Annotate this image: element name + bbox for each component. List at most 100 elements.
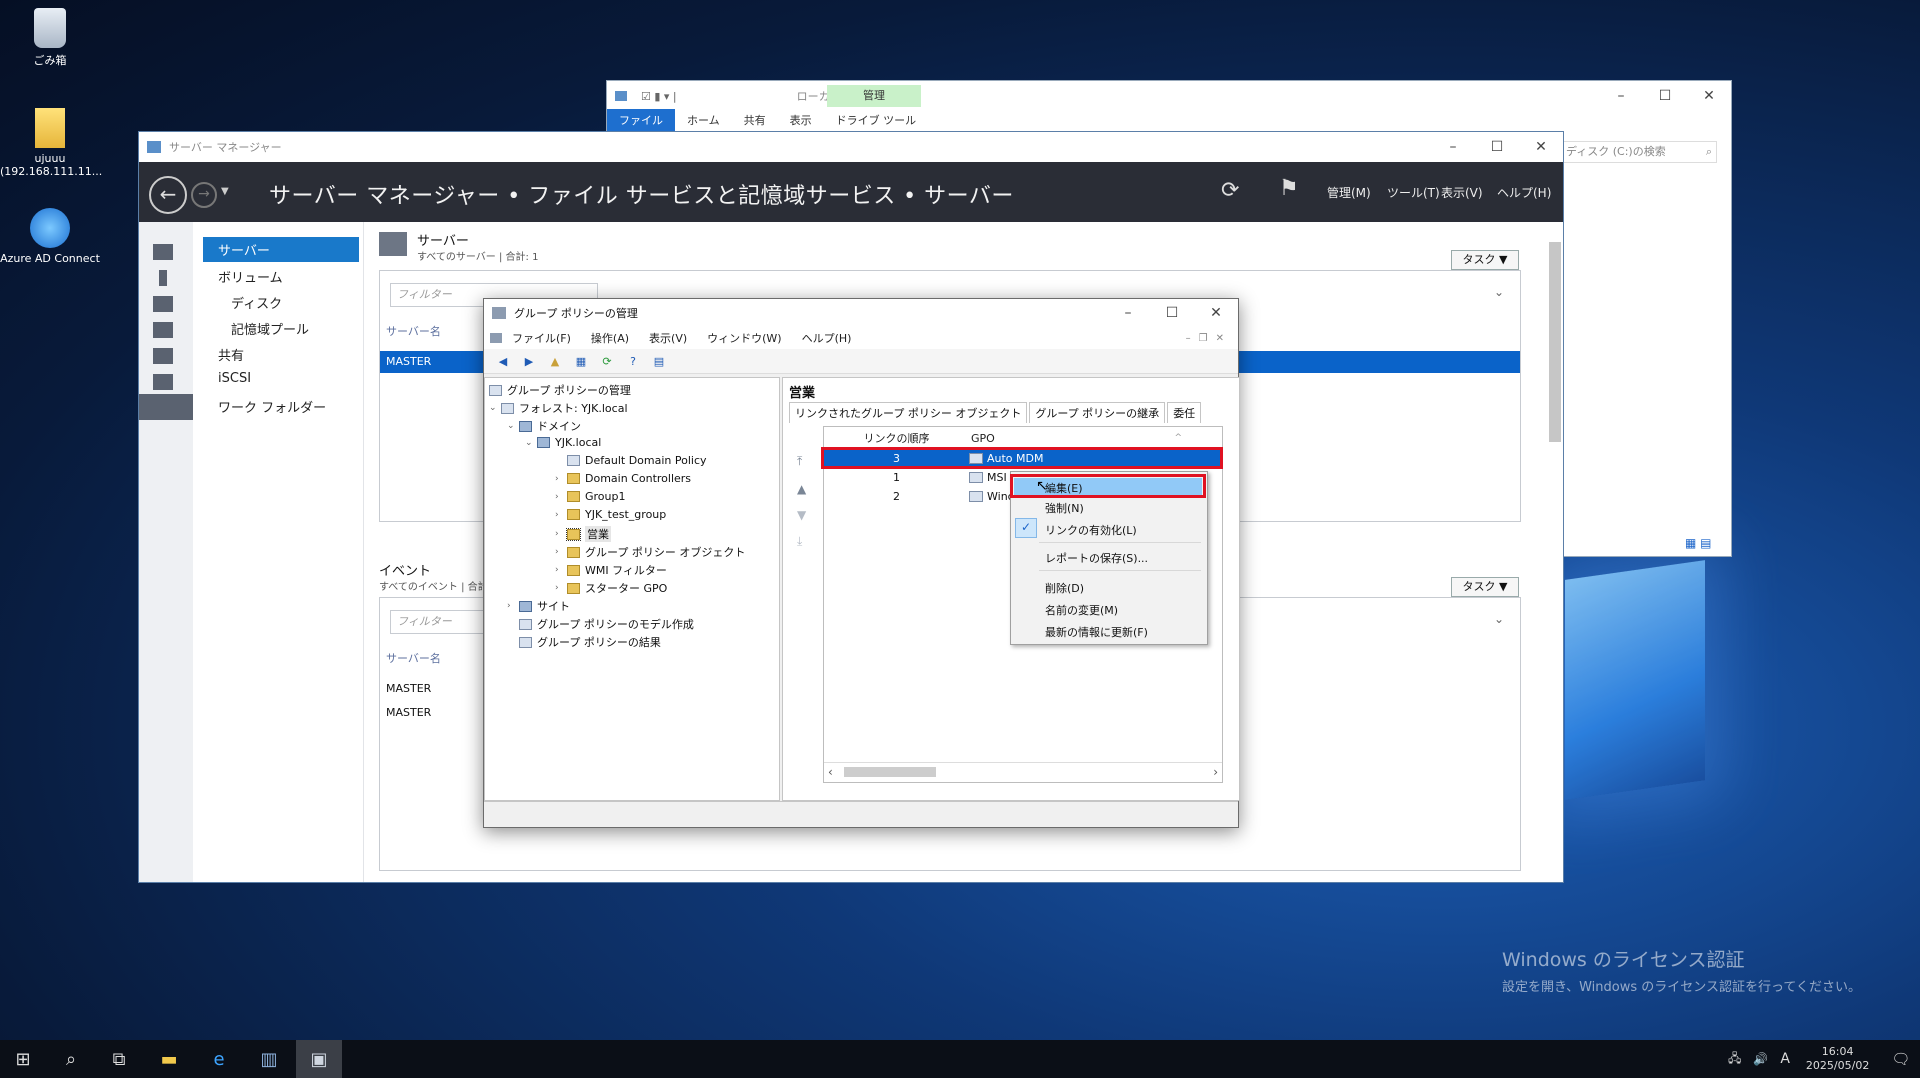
servers-column-name[interactable]: サーバー名 [386,323,441,339]
events-column-server-name[interactable]: サーバー名 [386,650,441,666]
ime-indicator[interactable]: A [1780,1051,1790,1067]
close-button[interactable]: ✕ [1194,305,1238,321]
tree-node-domain[interactable]: ⌄ YJK.local [525,436,601,449]
notification-center-icon[interactable]: 🗨 [1891,1050,1910,1068]
back-icon[interactable]: ◀ [495,354,511,368]
nav-disks[interactable]: ディスク [231,293,282,312]
chevron-right-icon[interactable]: › [555,547,567,557]
ribbon-context-tab[interactable]: 管理 [827,85,921,107]
tree-node-root[interactable]: グループ ポリシーの管理 [489,382,631,398]
tree-node-wmi-filters[interactable]: › WMI フィルター [555,562,667,578]
tree-node-results[interactable]: グループ ポリシーの結果 [519,634,661,650]
ribbon-tab-drive-tools[interactable]: ドライブ ツール [824,109,929,131]
properties-icon[interactable]: ▤ [651,354,667,368]
tree-node-sites[interactable]: › サイト [507,598,570,614]
quick-access-icons[interactable]: ☑ ▮ ▾ | [641,90,677,103]
search-icon[interactable]: ⌕ [48,1040,94,1078]
desktop-icon-recycle-bin[interactable]: ごみ箱 [0,8,100,68]
scroll-right-icon[interactable]: › [1213,765,1218,779]
events-table-row[interactable]: MASTER [386,706,431,719]
events-table-row[interactable]: MASTER [386,682,431,695]
refresh-icon[interactable]: ⟳ [1221,178,1239,203]
context-menu-rename[interactable]: 名前の変更(M) [1045,602,1118,618]
column-link-order[interactable]: リンクの順序 [824,430,969,446]
start-windows-icon[interactable]: ⊞ [0,1040,46,1078]
expand-chevron-icon[interactable]: ⌄ [1494,612,1504,626]
scroll-thumb[interactable] [844,767,936,777]
chevron-down-icon[interactable]: ⌄ [525,438,537,448]
tab-delegation[interactable]: 委任 [1167,402,1202,423]
move-top-icon[interactable]: ⤒ [797,454,802,469]
dashboard-icon[interactable] [153,244,173,260]
servers-task-button[interactable]: タスク ▼ [1451,250,1519,270]
move-bottom-icon[interactable]: ⤓ [797,534,802,549]
tree-node-ou-selected[interactable]: › 営業 [555,526,611,542]
ribbon-tab-home[interactable]: ホーム [675,109,732,131]
close-button[interactable]: ✕ [1519,139,1563,155]
explorer-search[interactable]: ディスク (C:)の検索 ⌕ [1559,141,1717,163]
menu-help[interactable]: ヘルプ(H) [792,330,862,346]
expand-chevron-icon[interactable]: ⌄ [1494,285,1504,299]
desktop-icon-azure-ad-connect[interactable]: Azure AD Connect [0,208,100,265]
file-services-icon[interactable] [139,394,193,420]
network-icon[interactable]: 🖧 [1728,1049,1741,1070]
ad-ds-icon[interactable] [153,322,173,338]
dns-icon[interactable] [153,348,173,364]
tree-node-ou[interactable]: › Domain Controllers [555,472,691,485]
tree-node-ou[interactable]: › YJK_test_group [555,508,666,521]
tree-node-ou[interactable]: › Group1 [555,490,626,503]
tree-node-starter-gpos[interactable]: › スターター GPO [555,580,667,596]
menu-tools[interactable]: ツール(T) [1387,184,1440,201]
close-button[interactable]: ✕ [1687,88,1731,104]
notifications-flag-icon[interactable]: ⚑ [1279,176,1299,201]
context-menu-link-enabled[interactable]: リンクの有効化(L) [1045,522,1137,538]
vertical-scrollbar[interactable] [1549,242,1561,442]
task-view-icon[interactable]: ⧉ [96,1040,142,1078]
tree-node-gpo-container[interactable]: › グループ ポリシー オブジェクト [555,544,745,560]
ribbon-tab-view[interactable]: 表示 [778,109,824,131]
tree-node-domains[interactable]: ⌄ ドメイン [507,418,581,434]
chevron-right-icon[interactable]: › [555,565,567,575]
chevron-right-icon[interactable]: › [507,601,519,611]
move-up-icon[interactable]: ▲ [797,482,806,496]
chevron-right-icon[interactable]: › [555,510,567,520]
context-menu-refresh[interactable]: 最新の情報に更新(F) [1045,624,1148,640]
chevron-down-icon[interactable]: ⌄ [489,403,501,413]
desktop-icon-user[interactable]: ujuuu (192.168.111.11... [0,108,102,178]
nav-iscsi[interactable]: iSCSI [218,371,251,386]
nav-volumes[interactable]: ボリューム [218,267,283,286]
tree-node-gpo-link[interactable]: Default Domain Policy [555,454,707,467]
all-servers-icon[interactable] [153,296,173,312]
chevron-right-icon[interactable]: › [555,583,567,593]
menu-window[interactable]: ウィンドウ(W) [697,330,791,346]
show-hide-tree-icon[interactable]: ▦ [573,354,589,368]
move-down-icon[interactable]: ▼ [797,508,806,522]
ribbon-tab-share[interactable]: 共有 [732,109,778,131]
horizontal-scrollbar[interactable]: ‹ › [824,762,1222,781]
menu-action[interactable]: 操作(A) [581,330,639,346]
nav-work-folders[interactable]: ワーク フォルダー [218,397,326,416]
maximize-button[interactable]: ☐ [1475,139,1519,155]
maximize-button[interactable]: ☐ [1150,305,1194,321]
column-gpo[interactable]: GPO [971,432,995,445]
menu-view[interactable]: 表示(V) [1441,184,1483,201]
menu-view[interactable]: 表示(V) [639,330,697,346]
chevron-right-icon[interactable]: › [555,474,567,484]
tab-linked-gpos[interactable]: リンクされたグループ ポリシー オブジェクト [789,402,1028,423]
chevron-right-icon[interactable]: › [555,492,567,502]
help-icon[interactable]: ? [625,354,641,368]
tab-inheritance[interactable]: グループ ポリシーの継承 [1029,402,1166,423]
nav-storage-pools[interactable]: 記憶域プール [231,319,309,338]
view-toggle-icons[interactable]: ▦ ▤ [1685,536,1712,550]
minimize-button[interactable]: – [1599,88,1643,104]
iis-icon[interactable] [153,374,173,390]
local-server-icon[interactable] [159,270,167,286]
history-dropdown-icon[interactable]: ▼ [221,186,229,197]
ribbon-tab-file[interactable]: ファイル [607,109,675,131]
maximize-button[interactable]: ☐ [1643,88,1687,104]
tree-node-modeling[interactable]: グループ ポリシーのモデル作成 [519,616,694,632]
file-explorer-icon[interactable]: ▬ [146,1040,192,1078]
nav-servers[interactable]: サーバー [203,237,359,262]
clock[interactable]: 16:04 2025/05/02 [1806,1045,1869,1073]
gpmc-taskbar-icon[interactable]: ▣ [296,1040,342,1078]
